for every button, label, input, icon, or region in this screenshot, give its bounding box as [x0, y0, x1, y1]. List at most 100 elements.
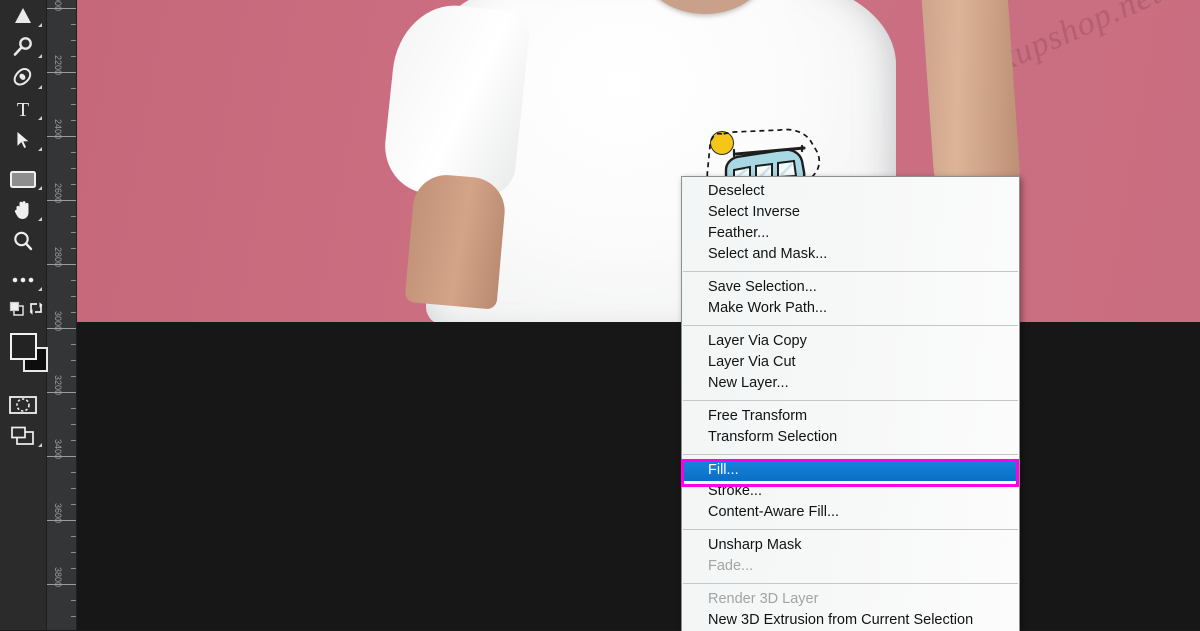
- foreground-color-swatch[interactable]: [10, 333, 37, 360]
- tool-flyout-arrow-icon: [38, 85, 42, 89]
- dodge-tool[interactable]: [0, 31, 46, 62]
- menu-item-render-3d-layer: Render 3D Layer: [682, 589, 1019, 610]
- document-canvas[interactable]: mockupshop.net: [76, 0, 1200, 322]
- ellipsis-icon: [9, 274, 37, 286]
- toolbar-spacer: [0, 155, 46, 163]
- ruler-label: 2400: [53, 119, 63, 139]
- ruler-label: 2000: [53, 0, 63, 11]
- menu-item-content-aware-fill[interactable]: Content-Aware Fill...: [682, 502, 1019, 523]
- ruler-minor-tick: [71, 184, 76, 185]
- menu-item-stroke[interactable]: Stroke...: [682, 481, 1019, 502]
- model-left-arm: [405, 172, 508, 310]
- ruler-minor-tick: [71, 296, 76, 297]
- type-icon: T: [12, 98, 34, 120]
- ruler-minor-tick: [71, 280, 76, 281]
- tool-flyout-arrow-icon: [38, 116, 42, 120]
- toolbar-spacer: [0, 256, 46, 264]
- magnifier-icon: [11, 229, 35, 253]
- tool-flyout-arrow-icon: [38, 287, 42, 291]
- type-tool[interactable]: T: [0, 93, 46, 124]
- menu-item-select-inverse[interactable]: Select Inverse: [682, 202, 1019, 223]
- ruler-minor-tick: [71, 232, 76, 233]
- color-control-row: [0, 295, 46, 325]
- rectangle-icon: [9, 168, 37, 190]
- ruler-label: 3000: [53, 311, 63, 331]
- selection-context-menu[interactable]: DeselectSelect InverseFeather...Select a…: [681, 176, 1020, 631]
- menu-item-fade: Fade...: [682, 556, 1019, 577]
- menu-item-new-layer[interactable]: New Layer...: [682, 373, 1019, 394]
- tool-flyout-arrow-icon: [38, 23, 42, 27]
- menu-item-fill[interactable]: Fill...: [682, 460, 1019, 481]
- gradient-icon: [12, 6, 34, 26]
- ruler-minor-tick: [71, 504, 76, 505]
- ruler-minor-tick: [71, 344, 76, 345]
- menu-item-deselect[interactable]: Deselect: [682, 181, 1019, 202]
- pen-tool[interactable]: [0, 62, 46, 93]
- screen-mode-icon: [9, 425, 37, 447]
- menu-separator: [683, 529, 1018, 530]
- pen-icon: [11, 66, 35, 90]
- ruler-minor-tick: [71, 120, 76, 121]
- rectangle-tool[interactable]: [0, 163, 46, 194]
- zoom-tool[interactable]: [0, 225, 46, 256]
- ruler-minor-tick: [71, 360, 76, 361]
- menu-separator: [683, 271, 1018, 272]
- svg-text:T: T: [17, 99, 29, 120]
- menu-separator: [683, 454, 1018, 455]
- toolbar-spacer: [0, 381, 46, 389]
- ruler-minor-tick: [71, 408, 76, 409]
- ruler-minor-tick: [71, 216, 76, 217]
- canvas-surround-area: [76, 322, 1200, 630]
- menu-item-layer-via-cut[interactable]: Layer Via Cut: [682, 352, 1019, 373]
- arrow-cursor-icon: [12, 129, 34, 151]
- ruler-label: 3200: [53, 375, 63, 395]
- ruler-label: 2600: [53, 183, 63, 203]
- menu-item-feather[interactable]: Feather...: [682, 223, 1019, 244]
- menu-item-free-transform[interactable]: Free Transform: [682, 406, 1019, 427]
- ruler-minor-tick: [71, 488, 76, 489]
- ruler-minor-tick: [71, 56, 76, 57]
- hand-tool[interactable]: [0, 194, 46, 225]
- tool-flyout-arrow-icon: [38, 147, 42, 151]
- tool-flyout-arrow-icon: [38, 443, 42, 447]
- default-colors-icon[interactable]: [9, 301, 25, 317]
- quick-mask-icon: [8, 394, 38, 416]
- ruler-minor-tick: [71, 168, 76, 169]
- menu-separator: [683, 400, 1018, 401]
- ruler-minor-tick: [71, 536, 76, 537]
- menu-item-select-and-mask[interactable]: Select and Mask...: [682, 244, 1019, 265]
- ruler-minor-tick: [71, 376, 76, 377]
- ruler-minor-tick: [71, 552, 76, 553]
- menu-item-layer-via-copy[interactable]: Layer Via Copy: [682, 331, 1019, 352]
- ruler-label: 2200: [53, 55, 63, 75]
- dodge-icon: [11, 35, 35, 59]
- hand-icon: [11, 198, 35, 222]
- quick-mask-toggle[interactable]: [0, 389, 46, 420]
- document-workspace: mockupshop.net: [76, 0, 1200, 630]
- swap-colors-icon[interactable]: [28, 300, 44, 316]
- menu-item-save-selection[interactable]: Save Selection...: [682, 277, 1019, 298]
- menu-item-make-work-path[interactable]: Make Work Path...: [682, 298, 1019, 319]
- menu-item-transform-selection[interactable]: Transform Selection: [682, 427, 1019, 448]
- tools-panel: T: [0, 0, 47, 630]
- edit-toolbar-tool[interactable]: [0, 264, 46, 295]
- menu-separator: [683, 325, 1018, 326]
- menu-separator: [683, 583, 1018, 584]
- vertical-ruler[interactable]: 2000220024002600280030003200340036003800: [46, 0, 77, 630]
- ruler-minor-tick: [71, 248, 76, 249]
- ruler-minor-tick: [71, 152, 76, 153]
- ruler-label: 3400: [53, 439, 63, 459]
- gradient-tool[interactable]: [0, 0, 46, 31]
- path-selection-tool[interactable]: [0, 124, 46, 155]
- ruler-minor-tick: [71, 472, 76, 473]
- ruler-label: 2800: [53, 247, 63, 267]
- menu-item-unsharp-mask[interactable]: Unsharp Mask: [682, 535, 1019, 556]
- ruler-minor-tick: [71, 312, 76, 313]
- ruler-minor-tick: [71, 40, 76, 41]
- ruler-minor-tick: [71, 88, 76, 89]
- menu-item-new-3d-extrusion-from-current-selection[interactable]: New 3D Extrusion from Current Selection: [682, 610, 1019, 631]
- ruler-minor-tick: [71, 24, 76, 25]
- screen-mode-button[interactable]: [0, 420, 46, 451]
- color-swatches: [0, 325, 46, 381]
- ruler-minor-tick: [71, 424, 76, 425]
